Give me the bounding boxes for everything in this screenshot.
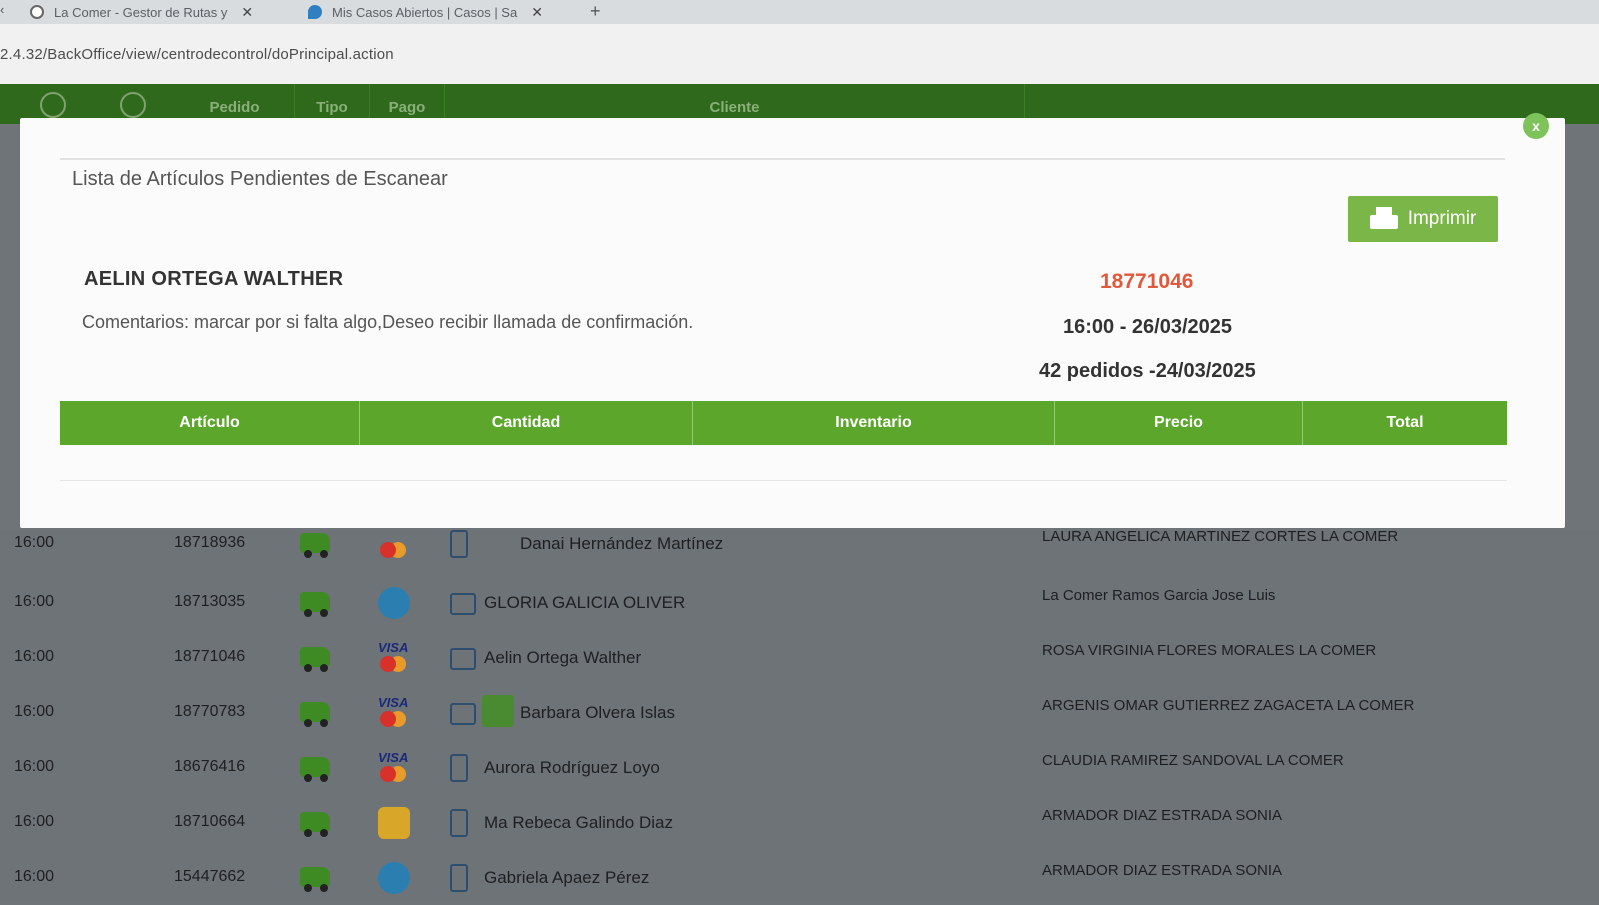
browser-tab-la-comer[interactable]: La Comer - Gestor de Rutas y ✕ [30, 0, 300, 24]
address-bar[interactable]: 2.4.32/BackOffice/view/centrodecontrol/d… [0, 24, 1599, 84]
monitor-icon [450, 648, 476, 670]
order-time: 16:00 [14, 703, 55, 720]
order-number: 18771046 [1100, 270, 1194, 293]
tab-title: Mis Casos Abiertos | Casos | Sa [332, 4, 518, 20]
delivery-truck-icon [300, 592, 330, 617]
phone-icon [450, 754, 468, 782]
delivery-truck-icon [300, 647, 330, 672]
order-number[interactable]: 18771046 [174, 648, 245, 666]
modal-divider [60, 158, 1505, 160]
shopper-name: ARGENIS OMAR GUTIERREZ ZAGACETA LA COMER [1042, 697, 1415, 714]
order-time: 16:00 [14, 593, 55, 610]
order-number[interactable]: 18676416 [174, 758, 245, 776]
card-payment-icon [378, 862, 410, 894]
order-comments: Comentarios: marcar por si falta algo,De… [82, 312, 694, 332]
cloud-icon [308, 5, 322, 19]
history-icon[interactable] [40, 92, 66, 118]
pending-items-modal: Lista de Artículos Pendientes de Escanea… [20, 118, 1565, 528]
browser-tab-bar: ‹ La Comer - Gestor de Rutas y ✕ Mis Cas… [0, 0, 1599, 24]
modal-title: Lista de Artículos Pendientes de Escanea… [72, 168, 448, 190]
order-row[interactable]: 16:00 18770783 VISA Barbara Olvera Islas… [0, 685, 1599, 740]
back-icon[interactable]: ‹ [0, 2, 4, 17]
column-header-cantidad[interactable]: Cantidad [360, 401, 693, 445]
delivery-truck-icon [300, 702, 330, 727]
shopper-name: La Comer Ramos Garcia Jose Luis [1042, 587, 1276, 604]
customer-name[interactable]: Aurora Rodríguez Loyo [484, 758, 660, 778]
order-row[interactable]: 16:00 15447662 Gabriela Apaez Pérez ARMA… [0, 850, 1599, 905]
url-text[interactable]: 2.4.32/BackOffice/view/centrodecontrol/d… [0, 46, 394, 63]
delivery-truck-icon [300, 867, 330, 892]
phone-icon [450, 809, 468, 837]
card-payment-icon [378, 587, 410, 619]
product-thumbnail [482, 695, 514, 727]
order-number[interactable]: 18710664 [174, 813, 245, 831]
print-button-label: Imprimir [1407, 208, 1477, 229]
phone-icon [450, 864, 468, 892]
shopper-name: LAURA ANGELICA MARTINEZ CORTES LA COMER [1042, 528, 1399, 545]
phone-icon [450, 530, 468, 558]
close-tab-icon[interactable]: ✕ [531, 4, 543, 21]
tab-title: La Comer - Gestor de Rutas y [54, 4, 228, 20]
shopper-name: ARMADOR DIAZ ESTRADA SONIA [1042, 807, 1283, 824]
browser-tab-mis-casos[interactable]: Mis Casos Abiertos | Casos | Sa ✕ [308, 0, 568, 24]
visa-mastercard-icon: VISA [378, 695, 410, 729]
items-table-header: Artículo Cantidad Inventario Precio Tota… [60, 401, 1507, 445]
order-number[interactable]: 18713035 [174, 593, 245, 611]
order-time: 16:00 [14, 758, 55, 775]
monitor-icon [450, 703, 476, 725]
close-tab-icon[interactable]: ✕ [241, 4, 253, 21]
modal-bottom-divider [60, 480, 1507, 481]
visa-mastercard-icon [378, 528, 410, 560]
order-row[interactable]: 16:00 18771046 VISA Aelin Ortega Walther… [0, 630, 1599, 685]
order-time: 16:00 [14, 534, 55, 551]
order-number[interactable]: 15447662 [174, 868, 245, 886]
customer-name[interactable]: Danai Hernández Martínez [520, 534, 723, 554]
column-header-precio[interactable]: Precio [1055, 401, 1303, 445]
orders-list: 16:00 18718936 Danai Hernández Martínez … [0, 528, 1599, 899]
delivery-slot: 16:00 - 26/03/2025 [1063, 316, 1233, 338]
new-tab-button[interactable]: + [590, 0, 601, 24]
order-row[interactable]: 16:00 18676416 VISA Aurora Rodríguez Loy… [0, 740, 1599, 795]
delivery-truck-icon [300, 757, 330, 782]
delivery-truck-icon [300, 533, 330, 558]
column-header-total[interactable]: Total [1303, 401, 1507, 445]
monitor-icon [450, 593, 476, 615]
customer-name[interactable]: GLORIA GALICIA OLIVER [484, 593, 685, 613]
client-name: AELIN ORTEGA WALTHER [84, 268, 344, 290]
customer-name[interactable]: Aelin Ortega Walther [484, 648, 641, 668]
globe-icon [30, 5, 44, 19]
order-time: 16:00 [14, 813, 55, 830]
shopper-name: ARMADOR DIAZ ESTRADA SONIA [1042, 862, 1283, 879]
visa-mastercard-icon: VISA [378, 640, 410, 674]
order-time: 16:00 [14, 648, 55, 665]
clock-icon[interactable] [120, 92, 146, 118]
order-number[interactable]: 18770783 [174, 703, 245, 721]
customer-name[interactable]: Ma Rebeca Galindo Diaz [484, 813, 673, 833]
customer-name[interactable]: Barbara Olvera Islas [520, 703, 675, 723]
visa-mastercard-icon: VISA [378, 750, 410, 784]
order-time: 16:00 [14, 868, 55, 885]
order-number[interactable]: 18718936 [174, 534, 245, 552]
shopper-name: CLAUDIA RAMIREZ SANDOVAL LA COMER [1042, 752, 1344, 769]
delivery-truck-icon [300, 812, 330, 837]
print-button[interactable]: Imprimir [1348, 196, 1498, 242]
order-row[interactable]: 16:00 18710664 Ma Rebeca Galindo Diaz AR… [0, 795, 1599, 850]
close-modal-button[interactable]: x [1523, 113, 1549, 139]
column-header-inventario[interactable]: Inventario [693, 401, 1055, 445]
orders-summary: 42 pedidos -24/03/2025 [1039, 360, 1256, 382]
cash-coins-icon [378, 807, 410, 839]
printer-icon [1369, 207, 1398, 231]
order-row[interactable]: 16:00 18713035 GLORIA GALICIA OLIVER La … [0, 575, 1599, 630]
shopper-name: ROSA VIRGINIA FLORES MORALES LA COMER [1042, 642, 1377, 659]
customer-name[interactable]: Gabriela Apaez Pérez [484, 868, 649, 888]
column-header-articulo[interactable]: Artículo [60, 401, 360, 445]
